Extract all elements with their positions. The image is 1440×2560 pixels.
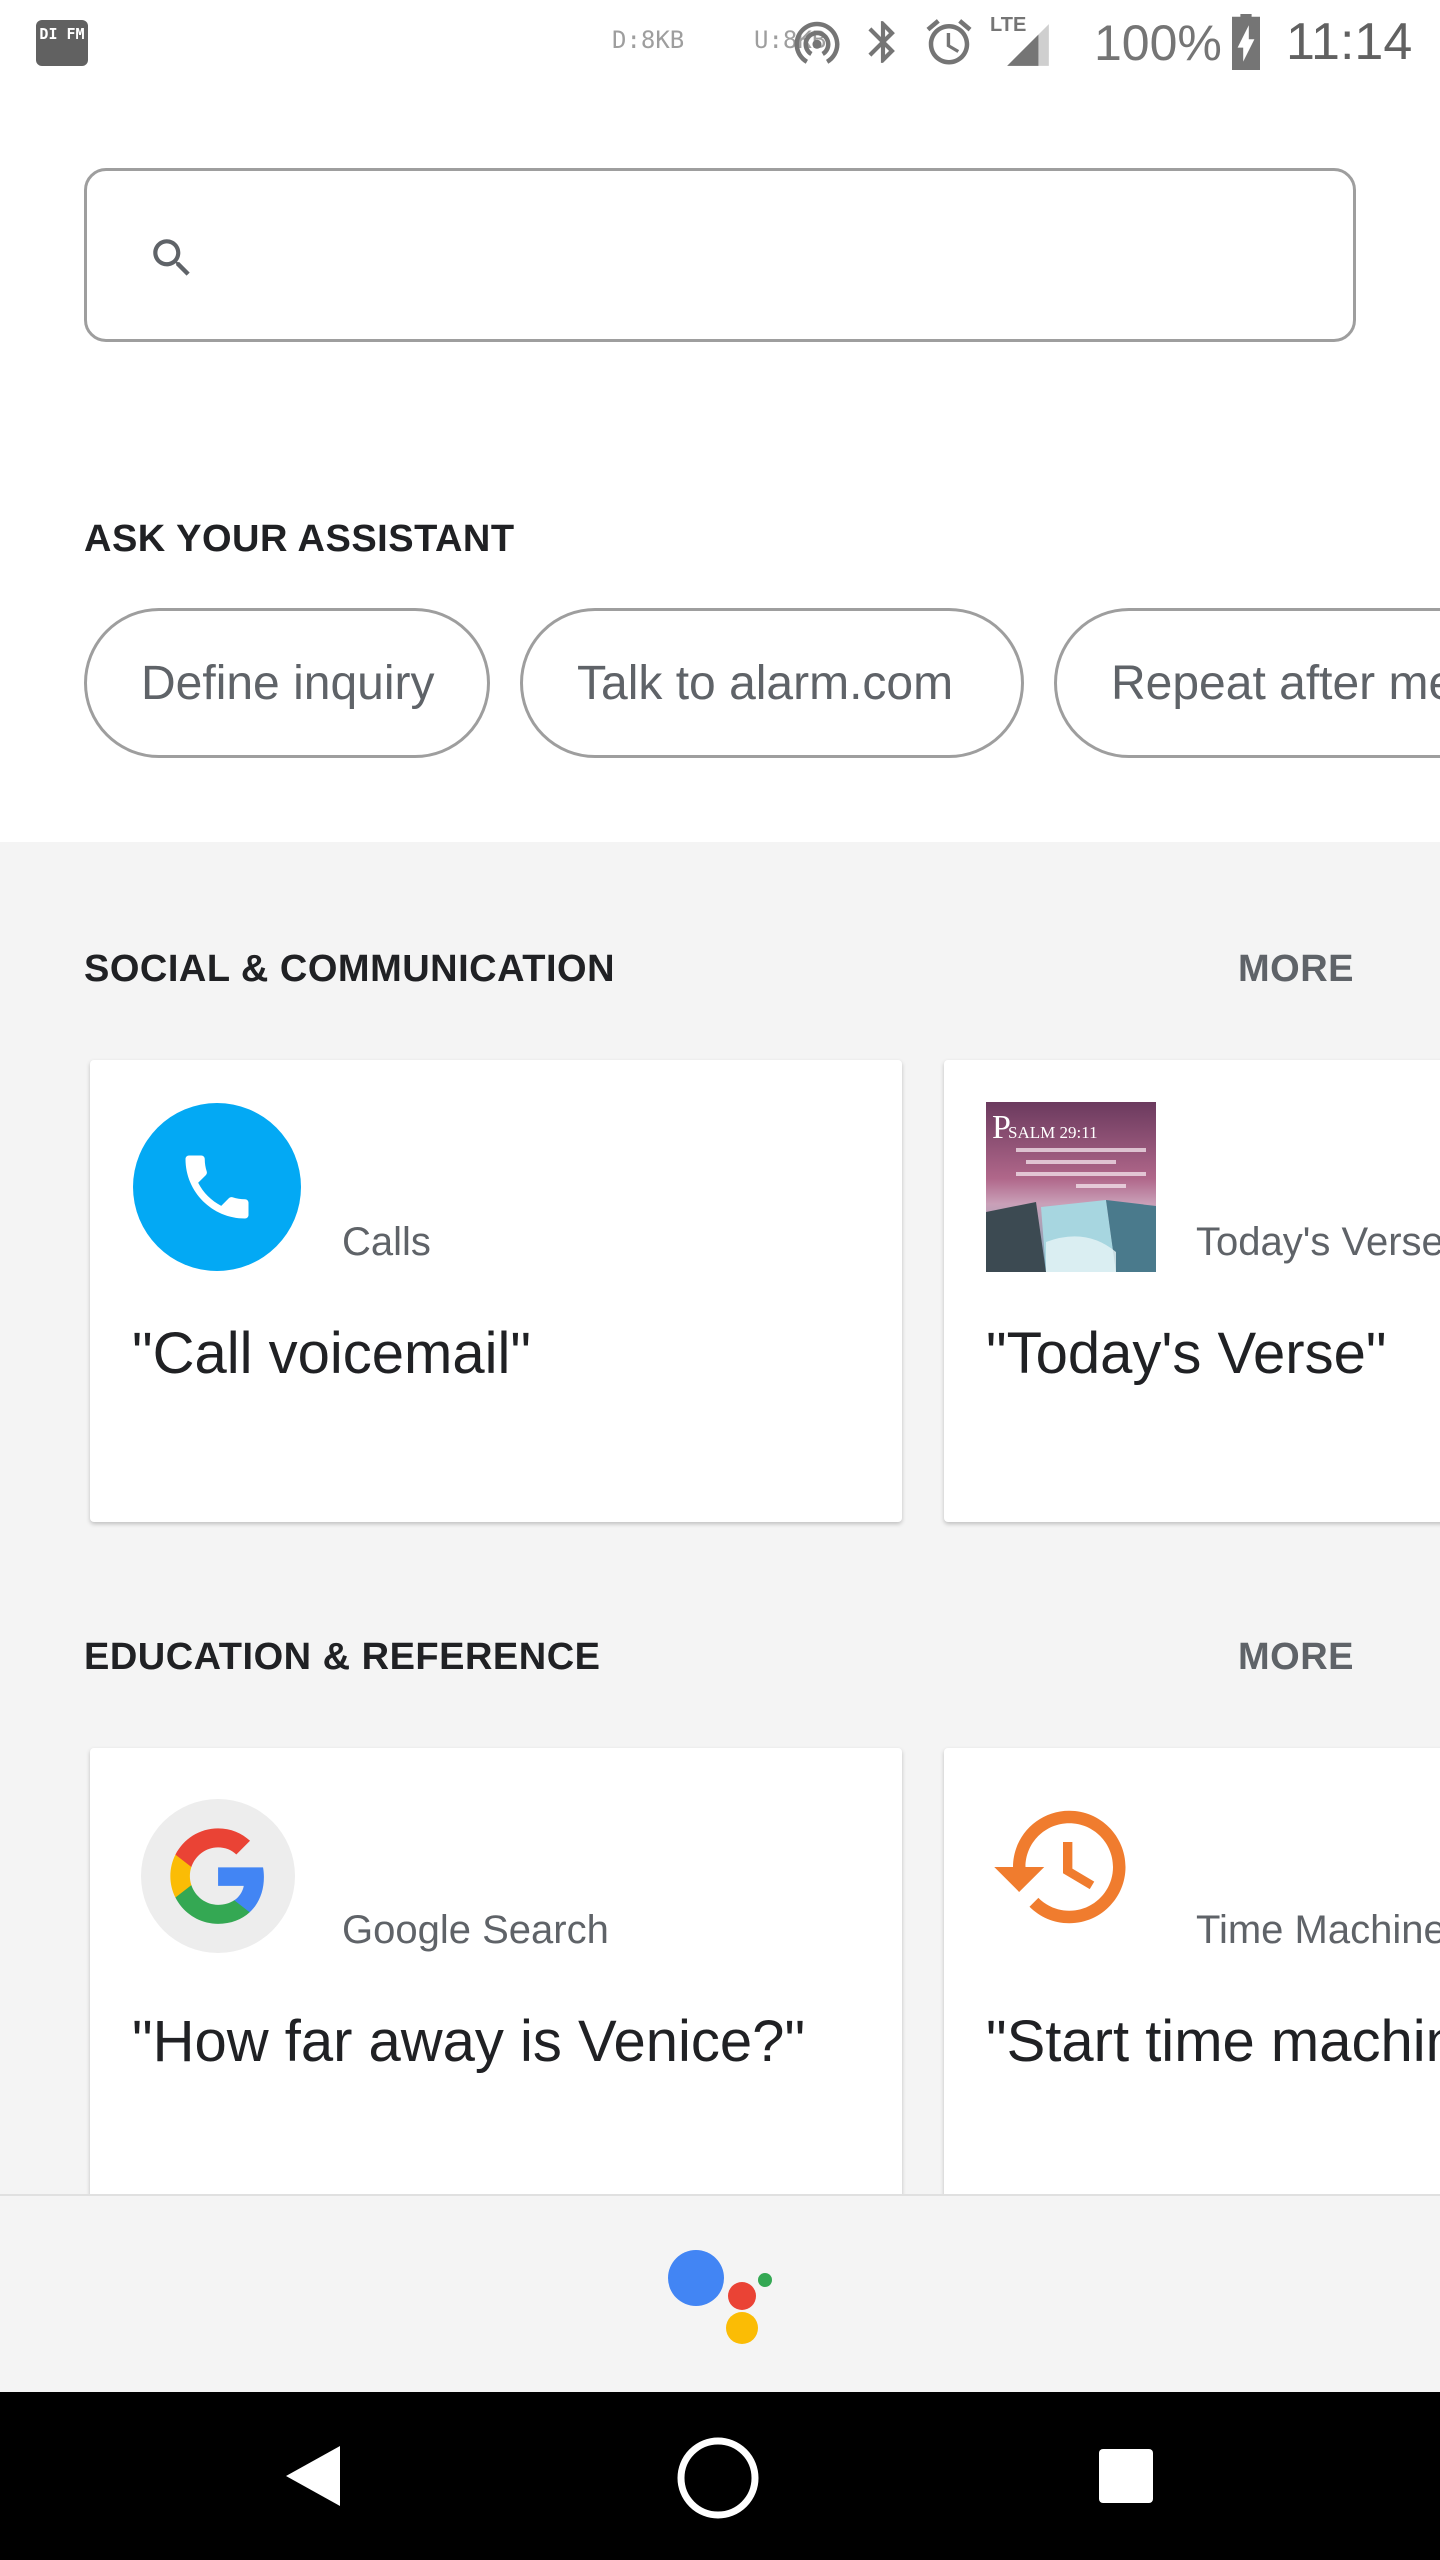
status-bar: DI FM D:8KB U:8KB LTE 100% 11:14 [0, 0, 1440, 84]
chip-label: Talk to alarm.com [577, 656, 954, 710]
status-icons: LTE [790, 14, 1056, 70]
section-title-social: SOCIAL & COMMUNICATION [84, 948, 616, 990]
alarm-icon [926, 19, 972, 65]
more-button-social[interactable]: MORE [1238, 948, 1354, 991]
bluetooth-icon [868, 21, 895, 63]
google-assistant-icon[interactable] [660, 2246, 780, 2346]
battery-charging-icon [1232, 14, 1260, 70]
chip-define-inquiry[interactable]: Define inquiry [84, 608, 490, 758]
chip-repeat-after-me[interactable]: Repeat after me [1054, 608, 1440, 758]
card-phrase: "Today's Verse" [986, 1321, 1387, 1386]
ask-assistant-title: ASK YOUR ASSISTANT [84, 518, 515, 560]
difm-notification-icon: DI FM [36, 20, 88, 66]
assistant-bar [0, 2194, 1440, 2392]
assistant-dot-yellow [726, 2312, 758, 2344]
card-app-name: Time Machine [1196, 1908, 1440, 1952]
home-icon[interactable] [676, 2436, 760, 2520]
lte-signal-icon: LTE [990, 14, 1056, 70]
clock-time: 11:14 [1286, 13, 1413, 71]
navigation-bar [0, 2392, 1440, 2560]
card-app-name: Today's Verse [1196, 1220, 1440, 1264]
assistant-dot-green [758, 2273, 772, 2287]
search-box[interactable] [84, 168, 1356, 342]
hotspot-icon [794, 21, 840, 64]
search-input[interactable] [217, 211, 1317, 301]
explore-sections: SOCIAL & COMMUNICATION MORE Calls "Call … [0, 842, 1440, 2194]
chip-label: Repeat after me [1111, 656, 1440, 710]
card-app-name: Google Search [342, 1908, 609, 1952]
battery-percent: 100% [1094, 15, 1222, 71]
card-phrase: "Start time machine" [986, 2009, 1440, 2074]
card-phrase: "Call voicemail" [132, 1321, 531, 1386]
card-calls[interactable]: Calls "Call voicemail" [90, 1060, 902, 1522]
recents-icon[interactable] [1096, 2446, 1156, 2506]
assistant-dot-red [728, 2282, 756, 2310]
section-title-education: EDUCATION & REFERENCE [84, 1636, 601, 1678]
search-icon [153, 239, 190, 276]
history-clock-icon [994, 1810, 1126, 1924]
phone-icon [133, 1103, 301, 1271]
chip-label: Define inquiry [141, 656, 435, 710]
card-time-machine[interactable]: Time Machine "Start time machine" [944, 1748, 1440, 2194]
chip-talk-to-alarm[interactable]: Talk to alarm.com [520, 608, 1024, 758]
back-icon[interactable] [282, 2442, 344, 2510]
card-google-search[interactable]: Google Search "How far away is Venice?" [90, 1748, 902, 2194]
google-g-icon [141, 1799, 295, 1953]
card-phrase: "How far away is Venice?" [132, 2009, 806, 2074]
card-app-name: Calls [342, 1220, 431, 1264]
more-button-education[interactable]: MORE [1238, 1636, 1354, 1679]
psalm-reference: SALM 29:11 [1008, 1123, 1098, 1142]
suggestion-chips: Define inquiry Talk to alarm.com Repeat … [84, 608, 1440, 760]
card-todays-verse[interactable]: P SALM 29:11 Today's Verse "Today's Vers… [944, 1060, 1440, 1522]
psalm-thumbnail: P SALM 29:11 [986, 1102, 1156, 1272]
download-speed: D:8KB [612, 26, 685, 54]
assistant-dot-blue [668, 2250, 724, 2306]
